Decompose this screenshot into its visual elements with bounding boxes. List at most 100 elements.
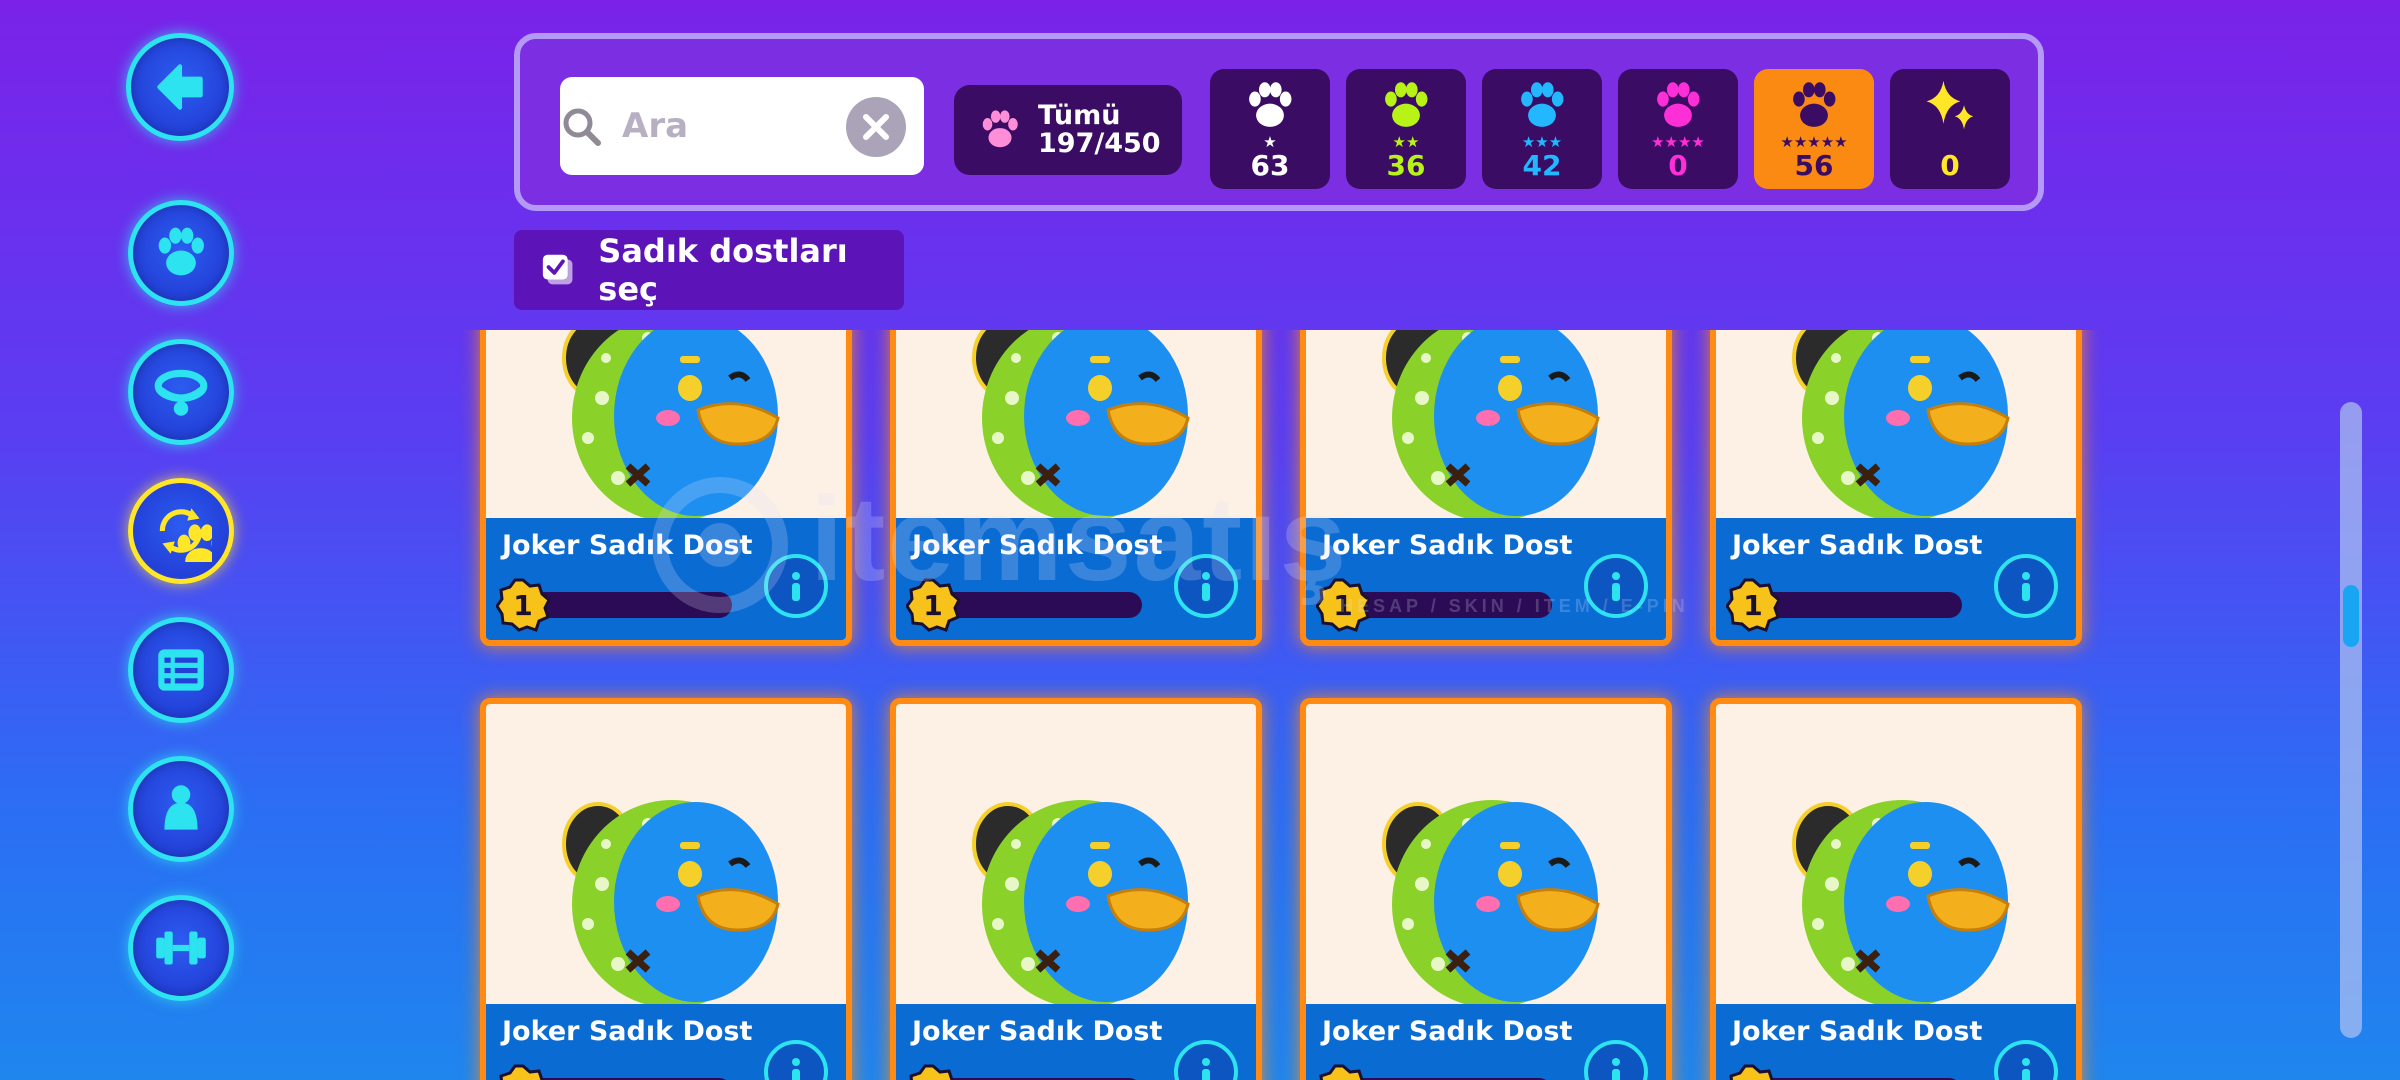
clear-search-button[interactable] bbox=[846, 97, 906, 157]
pet-level: 1 bbox=[906, 1064, 960, 1080]
pet-image bbox=[968, 330, 1196, 526]
info-icon bbox=[1186, 1052, 1226, 1080]
search-icon bbox=[563, 108, 601, 146]
sidebar-item-list[interactable] bbox=[128, 617, 234, 723]
pet-name: Joker Sadık Dost bbox=[1732, 1016, 1983, 1047]
pet-name: Joker Sadık Dost bbox=[912, 530, 1163, 561]
pet-image bbox=[968, 784, 1196, 1012]
pet-card[interactable]: Joker Sadık Dost 1 bbox=[480, 698, 852, 1080]
info-button[interactable] bbox=[1174, 1040, 1238, 1080]
paw-icon bbox=[150, 222, 212, 284]
pet-card[interactable]: Joker Sadık Dost 1 bbox=[1300, 330, 1672, 646]
filter-panel: Tümü 197/450 ★ 63 ★★ 36 ★★★ 42 ★★★★ 0 ★★… bbox=[514, 33, 2044, 211]
pet-level: 1 bbox=[1316, 1064, 1370, 1080]
list-icon bbox=[158, 649, 204, 691]
info-button[interactable] bbox=[764, 1040, 828, 1080]
search-box[interactable] bbox=[560, 77, 924, 175]
rarity-count: 0 bbox=[1940, 149, 1960, 182]
info-icon bbox=[1186, 566, 1226, 606]
info-icon bbox=[1596, 566, 1636, 606]
rarity-count: 36 bbox=[1386, 149, 1426, 182]
back-arrow-icon bbox=[157, 64, 203, 110]
pet-card[interactable]: Joker Sadık Dost 1 bbox=[1710, 330, 2082, 646]
info-icon bbox=[1596, 1052, 1636, 1080]
pet-name: Joker Sadık Dost bbox=[502, 530, 753, 561]
filter-all-label: Tümü bbox=[1038, 99, 1121, 131]
pet-card[interactable]: Joker Sadık Dost 1 bbox=[890, 330, 1262, 646]
xp-bar bbox=[938, 592, 1142, 618]
back-button[interactable] bbox=[126, 33, 234, 141]
filter-rarity-1[interactable]: ★ 63 bbox=[1210, 69, 1330, 189]
pet-card[interactable]: Joker Sadık Dost 1 bbox=[890, 698, 1262, 1080]
pet-grid[interactable]: Joker Sadık Dost 1 Joker Sadık Dost 1 Jo… bbox=[450, 330, 2120, 1080]
rarity-count: 63 bbox=[1250, 149, 1290, 182]
scrollbar-track[interactable] bbox=[2340, 402, 2362, 1038]
sidebar-item-training[interactable] bbox=[128, 895, 234, 1001]
info-button[interactable] bbox=[764, 554, 828, 618]
filter-rarity-3[interactable]: ★★★ 42 bbox=[1482, 69, 1602, 189]
filter-rarity-2[interactable]: ★★ 36 bbox=[1346, 69, 1466, 189]
rarity-count: 56 bbox=[1794, 149, 1834, 182]
filter-rarity-4[interactable]: ★★★★ 0 bbox=[1618, 69, 1738, 189]
pet-level: 1 bbox=[1743, 588, 1763, 622]
sidebar-item-pet-swap[interactable] bbox=[128, 478, 234, 584]
info-button[interactable] bbox=[1994, 554, 2058, 618]
pet-card[interactable]: Joker Sadık Dost 1 bbox=[1300, 698, 1672, 1080]
pet-image bbox=[1788, 330, 2016, 526]
filter-special[interactable]: 0 bbox=[1890, 69, 2010, 189]
pet-image bbox=[1378, 784, 1606, 1012]
paw-icon bbox=[1511, 77, 1573, 135]
sidebar-item-collars[interactable] bbox=[128, 339, 234, 445]
pet-card[interactable]: Joker Sadık Dost 1 bbox=[480, 330, 852, 646]
checkbox-icon bbox=[542, 254, 573, 285]
pet-image bbox=[1788, 784, 2016, 1012]
dumbbell-icon bbox=[156, 931, 206, 965]
pet-level: 1 bbox=[1726, 1064, 1780, 1080]
pet-name: Joker Sadık Dost bbox=[912, 1016, 1163, 1047]
xp-bar bbox=[1348, 592, 1552, 618]
info-button[interactable] bbox=[1994, 1040, 2058, 1080]
paw-swap-icon bbox=[159, 508, 203, 554]
pet-name: Joker Sadık Dost bbox=[1322, 530, 1573, 561]
filter-rarity-5[interactable]: ★★★★★ 56 bbox=[1754, 69, 1874, 189]
select-loyal-pets-button[interactable]: Sadık dostları seç bbox=[514, 230, 904, 310]
filter-all-button[interactable]: Tümü 197/450 bbox=[954, 85, 1182, 175]
paw-icon bbox=[1783, 77, 1845, 135]
avatar-icon bbox=[164, 785, 198, 830]
pet-level: 1 bbox=[923, 588, 943, 622]
info-icon bbox=[776, 1052, 816, 1080]
info-button[interactable] bbox=[1174, 554, 1238, 618]
filter-all-count: 197/450 bbox=[1038, 128, 1161, 159]
collar-icon bbox=[154, 369, 208, 416]
xp-bar bbox=[1758, 592, 1962, 618]
select-loyal-pets-label: Sadık dostları seç bbox=[598, 232, 848, 308]
sidebar-item-pets[interactable] bbox=[128, 200, 234, 306]
pet-card[interactable]: Joker Sadık Dost 1 bbox=[1710, 698, 2082, 1080]
pet-name: Joker Sadık Dost bbox=[502, 1016, 753, 1047]
pet-level: 1 bbox=[496, 1064, 550, 1080]
xp-bar bbox=[528, 592, 732, 618]
rarity-count: 0 bbox=[1668, 149, 1688, 182]
rarity-count: 42 bbox=[1522, 149, 1562, 182]
sparkle-icon bbox=[1926, 80, 1974, 130]
sidebar-item-avatar[interactable] bbox=[128, 756, 234, 862]
paw-icon bbox=[976, 106, 1024, 154]
info-icon bbox=[2006, 1052, 2046, 1080]
info-icon bbox=[2006, 566, 2046, 606]
pet-name: Joker Sadık Dost bbox=[1322, 1016, 1573, 1047]
close-icon bbox=[863, 114, 889, 140]
pet-image bbox=[1378, 330, 1606, 526]
search-input[interactable] bbox=[622, 93, 822, 159]
pet-level: 1 bbox=[1333, 588, 1353, 622]
pet-level: 1 bbox=[513, 588, 533, 622]
info-button[interactable] bbox=[1584, 1040, 1648, 1080]
paw-icon bbox=[1239, 77, 1301, 135]
pet-name: Joker Sadık Dost bbox=[1732, 530, 1983, 561]
paw-icon bbox=[1375, 77, 1437, 135]
info-button[interactable] bbox=[1584, 554, 1648, 618]
scrollbar-thumb[interactable] bbox=[2343, 585, 2359, 647]
pet-image bbox=[558, 330, 786, 526]
pet-image bbox=[558, 784, 786, 1012]
paw-icon bbox=[1647, 77, 1709, 135]
info-icon bbox=[776, 566, 816, 606]
